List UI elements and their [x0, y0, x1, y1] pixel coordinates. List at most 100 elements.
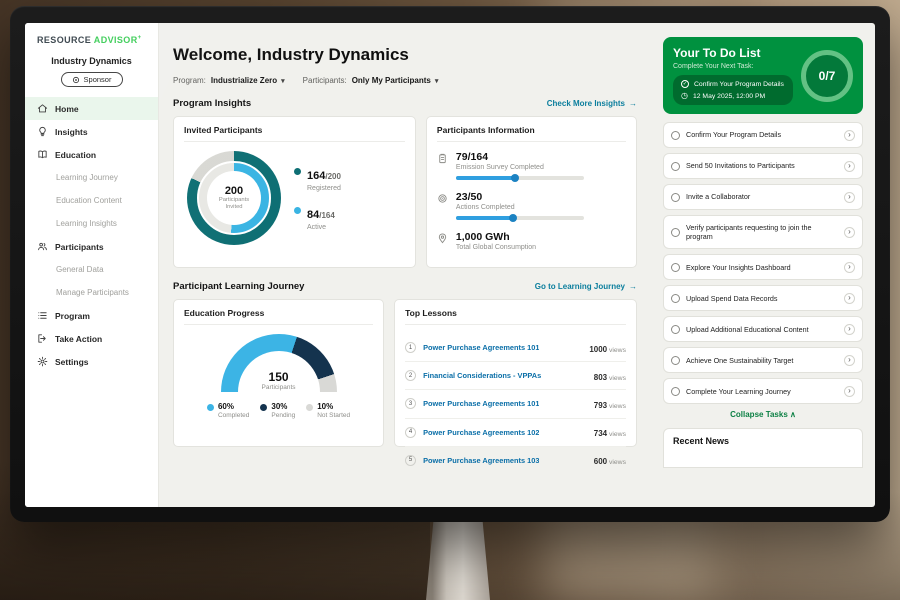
sidebar-item-home[interactable]: Home: [25, 97, 158, 120]
chevron-right-icon[interactable]: ›: [844, 293, 855, 304]
next-task-row: ✓ Confirm Your Program Details: [681, 80, 785, 88]
participants-filter-value: Only My Participants: [352, 76, 431, 85]
gauge-center-value: 150: [221, 370, 337, 384]
chevron-right-icon[interactable]: ›: [844, 192, 855, 203]
stat-label: Total Global Consumption: [456, 244, 536, 251]
program-filter-dropdown[interactable]: Industrialize Zero ▾: [211, 76, 285, 85]
dashboard-screen: RESOURCE ADVISOR+ Industry Dynamics Spon…: [25, 23, 875, 507]
chevron-right-icon[interactable]: ›: [844, 262, 855, 273]
views-count: 734: [594, 429, 607, 438]
task-label: Upload Spend Data Records: [686, 294, 838, 304]
task-row[interactable]: Invite a Collaborator ›: [663, 184, 863, 210]
program-insights-header: Program Insights Check More Insights →: [173, 98, 637, 109]
task-checkbox[interactable]: [671, 356, 680, 365]
stat-label: Actions Completed: [456, 204, 584, 211]
participants-filter-dropdown[interactable]: Only My Participants ▾: [352, 76, 439, 85]
legend-dot: [294, 168, 301, 175]
chevron-right-icon[interactable]: ›: [844, 130, 855, 141]
check-more-insights-link[interactable]: Check More Insights →: [547, 99, 637, 108]
todo-title: Your To Do List: [673, 46, 793, 60]
arrow-right-icon: →: [629, 99, 637, 108]
sidebar-item-insights[interactable]: Insights: [25, 120, 158, 143]
lesson-rank: 5: [405, 455, 416, 466]
legend-pct: 10%: [317, 402, 350, 411]
sidebar-item-label: Insights: [55, 127, 88, 137]
sidebar-item-education-content[interactable]: Education Content: [25, 189, 158, 212]
task-checkbox[interactable]: [671, 228, 680, 237]
sidebar-item-label: Program: [55, 311, 90, 321]
lesson-rank: 3: [405, 398, 416, 409]
chevron-right-icon[interactable]: ›: [844, 324, 855, 335]
donut-center: 200 Participants Invited: [207, 171, 261, 225]
invited-donut-chart: 200 Participants Invited: [187, 151, 281, 245]
donut-center-value: 200: [225, 185, 243, 197]
go-to-learning-journey-link[interactable]: Go to Learning Journey →: [535, 282, 637, 291]
sidebar-item-learning-insights[interactable]: Learning Insights: [25, 212, 158, 235]
sidebar-item-education[interactable]: Education: [25, 143, 158, 166]
task-row[interactable]: Explore Your Insights Dashboard ›: [663, 254, 863, 280]
task-row[interactable]: Send 50 Invitations to Participants ›: [663, 153, 863, 179]
sidebar-item-label: Home: [55, 104, 79, 114]
lesson-rank: 4: [405, 427, 416, 438]
donut-legend: 164/200 Registered 84/164 Active: [294, 166, 341, 231]
chevron-right-icon[interactable]: ›: [844, 227, 855, 238]
recent-news-title: Recent News: [673, 436, 853, 446]
sidebar-item-general-data[interactable]: General Data: [25, 258, 158, 281]
legend-dot: [306, 404, 313, 411]
sidebar-item-take-action[interactable]: Take Action: [25, 327, 158, 350]
task-checkbox[interactable]: [671, 263, 680, 272]
task-label: Complete Your Learning Journey: [686, 387, 838, 397]
stat-value: 1,000 GWh: [456, 231, 536, 243]
task-row[interactable]: Confirm Your Program Details ›: [663, 122, 863, 148]
legend-pct: 60%: [218, 402, 249, 411]
legend-pct: 30%: [271, 402, 295, 411]
sidebar-item-program[interactable]: Program: [25, 304, 158, 327]
task-row[interactable]: Verify participants requesting to join t…: [663, 215, 863, 249]
sidebar-item-learning-journey[interactable]: Learning Journey: [25, 166, 158, 189]
sidebar-item-manage-participants[interactable]: Manage Participants: [25, 281, 158, 304]
take-action-icon: [37, 333, 48, 344]
link-label: Check More Insights: [547, 99, 625, 108]
card-title: Participants Information: [437, 125, 626, 142]
collapse-tasks-link[interactable]: Collapse Tasks ∧: [663, 410, 863, 419]
task-checkbox[interactable]: [671, 294, 680, 303]
next-task-pill: ✓ Confirm Your Program Details ◷ 12 May …: [673, 75, 793, 105]
lesson-link[interactable]: Financial Considerations - VPPAs: [423, 371, 541, 380]
lesson-views: 803 views: [594, 367, 626, 385]
lesson-row: 3 Power Purchase Agreements 101 793 view…: [405, 390, 626, 418]
lesson-link[interactable]: Power Purchase Agreements 101: [423, 343, 539, 352]
sidebar-item-participants[interactable]: Participants: [25, 235, 158, 258]
filter-bar: Program: Industrialize Zero ▾ Participan…: [173, 76, 637, 85]
location-pin-icon: [437, 233, 448, 244]
lesson-link[interactable]: Power Purchase Agreements 101: [423, 399, 539, 408]
lesson-link[interactable]: Power Purchase Agreements 102: [423, 428, 539, 437]
gear-icon: [37, 356, 48, 367]
lesson-link[interactable]: Power Purchase Agreements 103: [423, 456, 539, 465]
lesson-views: 734 views: [594, 423, 626, 441]
sidebar-item-settings[interactable]: Settings: [25, 350, 158, 373]
task-checkbox[interactable]: [671, 162, 680, 171]
task-row[interactable]: Complete Your Learning Journey ›: [663, 378, 863, 404]
task-checkbox[interactable]: [671, 193, 680, 202]
task-row[interactable]: Achieve One Sustainability Target ›: [663, 347, 863, 373]
home-icon: [37, 103, 48, 114]
legend-label: Registered: [307, 185, 341, 192]
task-row[interactable]: Upload Spend Data Records ›: [663, 285, 863, 311]
chevron-right-icon[interactable]: ›: [844, 161, 855, 172]
page-title: Welcome, Industry Dynamics: [173, 45, 637, 65]
legend-label: Not Started: [317, 412, 350, 419]
progress-bar: [456, 176, 584, 180]
chevron-right-icon[interactable]: ›: [844, 386, 855, 397]
todo-subtitle: Complete Your Next Task:: [673, 63, 793, 70]
sponsor-badge: Sponsor: [61, 72, 123, 87]
brand-primary: RESOURCE: [37, 35, 91, 45]
clipboard-icon: [437, 153, 448, 164]
program-filter-value: Industrialize Zero: [211, 76, 277, 85]
legend-value: 164: [307, 170, 325, 182]
task-row[interactable]: Upload Additional Educational Content ›: [663, 316, 863, 342]
task-checkbox[interactable]: [671, 387, 680, 396]
task-checkbox[interactable]: [671, 325, 680, 334]
task-checkbox[interactable]: [671, 131, 680, 140]
chevron-right-icon[interactable]: ›: [844, 355, 855, 366]
legend-suffix: /200: [325, 172, 341, 181]
